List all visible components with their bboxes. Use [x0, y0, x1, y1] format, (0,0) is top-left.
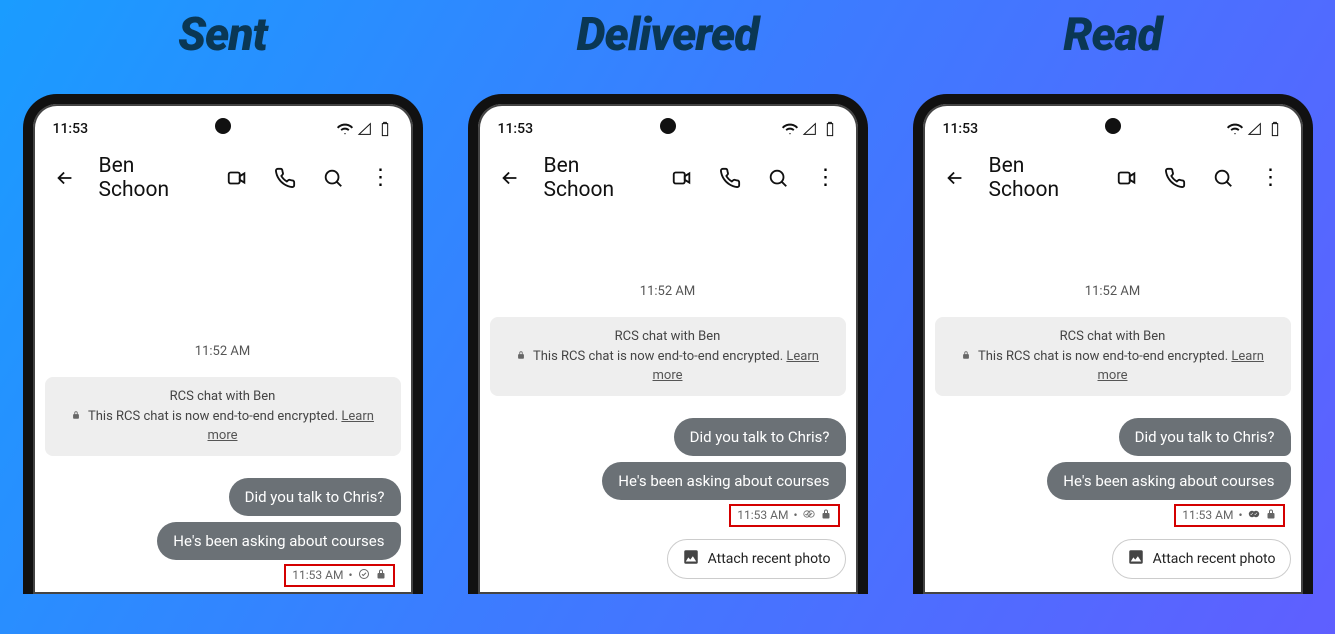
search-button[interactable]: [1203, 158, 1243, 198]
delivery-status-icon: [358, 568, 370, 583]
lock-icon: [820, 508, 832, 523]
conversation-time: 11:52 AM: [490, 284, 846, 299]
more-menu-button[interactable]: ⋮: [361, 158, 401, 198]
encryption-banner: RCS chat with Ben This RCS chat is now e…: [45, 377, 401, 456]
app-bar: Ben Schoon ⋮: [33, 144, 413, 214]
status-time: 11:53: [943, 121, 979, 137]
voice-call-button[interactable]: [710, 158, 750, 198]
status-icons: [1227, 121, 1283, 137]
message-time: 11:53 AM: [292, 568, 343, 582]
banner-text: This RCS chat is now end-to-end encrypte…: [978, 349, 1228, 364]
conversation-time: 11:52 AM: [45, 344, 401, 359]
message-bubble[interactable]: He's been asking about courses: [1047, 462, 1290, 500]
camera-notch: [215, 118, 231, 134]
encryption-banner: RCS chat with Ben This RCS chat is now e…: [935, 317, 1291, 396]
back-button[interactable]: [935, 158, 975, 198]
phone-frame: 11:53 Ben Schoon ⋮ 11:52 AM RCS chat wit…: [468, 94, 868, 594]
bullet: •: [1238, 508, 1242, 522]
message-bubble[interactable]: He's been asking about courses: [157, 522, 400, 560]
more-menu-button[interactable]: ⋮: [806, 158, 846, 198]
contact-name[interactable]: Ben Schoon: [989, 154, 1099, 202]
phone-frame: 11:53 Ben Schoon ⋮ 11:52 AM RCS chat wit…: [23, 94, 423, 594]
column-title: Sent: [178, 8, 267, 62]
contact-name[interactable]: Ben Schoon: [99, 154, 209, 202]
banner-text: This RCS chat is now end-to-end encrypte…: [88, 409, 338, 424]
lock-icon: [375, 568, 387, 583]
lock-icon: [1265, 508, 1277, 523]
message-bubble[interactable]: Did you talk to Chris?: [229, 478, 401, 516]
conversation-time: 11:52 AM: [935, 284, 1291, 299]
attach-photo-chip[interactable]: Attach recent photo: [1112, 539, 1291, 579]
bullet: •: [348, 568, 352, 582]
attach-label: Attach recent photo: [708, 551, 831, 567]
video-call-button[interactable]: [1107, 158, 1147, 198]
attach-label: Attach recent photo: [1153, 551, 1276, 567]
camera-notch: [1105, 118, 1121, 134]
banner-title: RCS chat with Ben: [504, 327, 832, 347]
contact-name[interactable]: Ben Schoon: [544, 154, 654, 202]
more-menu-button[interactable]: ⋮: [1251, 158, 1291, 198]
lock-icon: [961, 347, 971, 357]
photo-icon: [682, 548, 700, 570]
banner-title: RCS chat with Ben: [949, 327, 1277, 347]
video-call-button[interactable]: [662, 158, 702, 198]
message-status-highlight: 11:53 AM •: [284, 564, 394, 587]
back-button[interactable]: [490, 158, 530, 198]
message-bubble[interactable]: Did you talk to Chris?: [1119, 418, 1291, 456]
attach-photo-chip[interactable]: Attach recent photo: [667, 539, 846, 579]
delivery-status-icon: [803, 508, 815, 523]
status-time: 11:53: [53, 121, 89, 137]
app-bar: Ben Schoon ⋮: [923, 144, 1303, 214]
banner-title: RCS chat with Ben: [59, 387, 387, 407]
bullet: •: [793, 508, 797, 522]
lock-icon: [71, 407, 81, 417]
encryption-banner: RCS chat with Ben This RCS chat is now e…: [490, 317, 846, 396]
photo-icon: [1127, 548, 1145, 570]
status-time: 11:53: [498, 121, 534, 137]
voice-call-button[interactable]: [265, 158, 305, 198]
status-icons: [337, 121, 393, 137]
camera-notch: [660, 118, 676, 134]
voice-call-button[interactable]: [1155, 158, 1195, 198]
delivery-status-icon: [1248, 508, 1260, 523]
search-button[interactable]: [313, 158, 353, 198]
status-icons: [782, 121, 838, 137]
app-bar: Ben Schoon ⋮: [478, 144, 858, 214]
message-status-highlight: 11:53 AM •: [729, 504, 839, 527]
message-status-highlight: 11:53 AM •: [1174, 504, 1284, 527]
back-button[interactable]: [45, 158, 85, 198]
lock-icon: [516, 347, 526, 357]
phone-frame: 11:53 Ben Schoon ⋮ 11:52 AM RCS chat wit…: [913, 94, 1313, 594]
message-bubble[interactable]: He's been asking about courses: [602, 462, 845, 500]
banner-text: This RCS chat is now end-to-end encrypte…: [533, 349, 783, 364]
message-bubble[interactable]: Did you talk to Chris?: [674, 418, 846, 456]
video-call-button[interactable]: [217, 158, 257, 198]
message-time: 11:53 AM: [737, 508, 788, 522]
message-time: 11:53 AM: [1182, 508, 1233, 522]
column-title: Read: [1063, 8, 1161, 62]
column-title: Delivered: [577, 8, 759, 62]
search-button[interactable]: [758, 158, 798, 198]
